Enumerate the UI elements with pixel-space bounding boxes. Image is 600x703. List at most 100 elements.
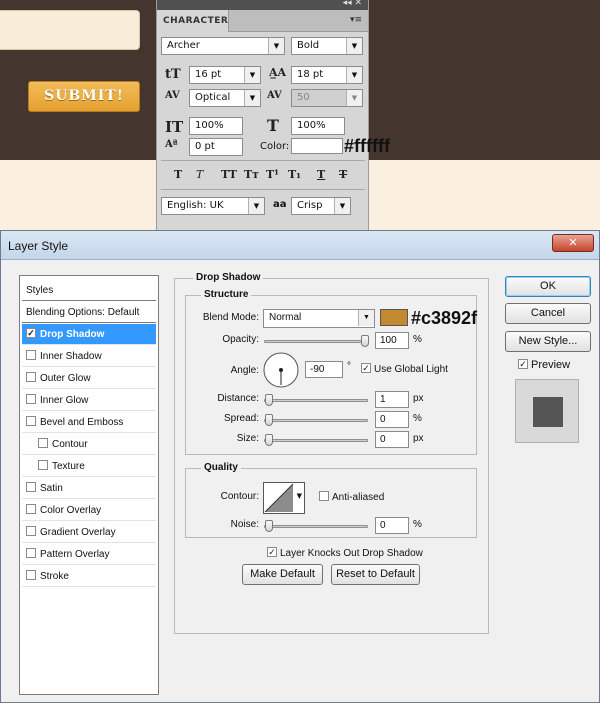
checkbox-unchecked[interactable] <box>26 482 36 493</box>
style-item-styles[interactable]: Styles <box>22 280 156 301</box>
distance-slider[interactable] <box>264 394 368 406</box>
underline-button[interactable]: T <box>317 168 325 181</box>
preview-checkbox[interactable]: ✓ Preview <box>518 359 570 372</box>
opacity-slider-handle[interactable] <box>361 335 369 347</box>
spread-unit: % <box>413 413 422 424</box>
checkbox-unchecked[interactable] <box>38 460 48 471</box>
font-family-select[interactable]: Archer ▼ <box>161 37 285 55</box>
anti-aliased-checkbox[interactable]: Anti-aliased <box>319 491 384 504</box>
spread-slider[interactable] <box>264 414 368 426</box>
noise-input[interactable]: 0 <box>375 517 409 534</box>
baseline-shift-input[interactable]: 0 pt <box>189 138 243 156</box>
style-item-color-overlay[interactable]: Color Overlay <box>22 500 156 521</box>
faux-bold-button[interactable]: T <box>174 168 182 181</box>
style-item-satin[interactable]: Satin <box>22 478 156 499</box>
checkbox-unchecked[interactable] <box>26 548 36 559</box>
tracking-select[interactable]: 50 ▼ <box>291 89 363 107</box>
drop-shadow-title: Drop Shadow <box>193 272 264 283</box>
spread-input[interactable]: 0 <box>375 411 409 428</box>
chevron-down-icon: ▼ <box>248 198 264 214</box>
distance-input[interactable]: 1 <box>375 391 409 408</box>
angle-dial[interactable] <box>262 351 300 389</box>
style-item-label: Drop Shadow <box>40 329 105 340</box>
font-style-select[interactable]: Bold ▼ <box>291 37 363 55</box>
divider <box>161 160 365 161</box>
antialias-icon: aa <box>273 199 287 210</box>
small-caps-button[interactable]: Tт <box>244 168 259 181</box>
antialias-select[interactable]: Crisp ▼ <box>291 197 351 215</box>
distance-slider-handle[interactable] <box>265 394 273 406</box>
ok-button[interactable]: OK <box>505 276 591 297</box>
noise-label: Noise: <box>230 519 259 530</box>
noise-slider[interactable] <box>264 520 368 532</box>
checkbox-checked: ✓ <box>518 359 528 370</box>
tracking-icon: AV <box>267 90 282 101</box>
kerning-select[interactable]: Optical ▼ <box>189 89 261 107</box>
text-color-swatch[interactable] <box>291 138 343 154</box>
style-item-drop-shadow[interactable]: ✓ Drop Shadow <box>22 324 156 345</box>
use-global-light-checkbox[interactable]: ✓ Use Global Light <box>361 363 448 376</box>
faux-italic-button[interactable]: T <box>196 168 203 181</box>
spread-slider-handle[interactable] <box>265 414 273 426</box>
style-preview <box>515 379 579 443</box>
tracking-value: 50 <box>297 92 310 103</box>
make-default-button[interactable]: Make Default <box>242 564 323 585</box>
language-select[interactable]: English: UK ▼ <box>161 197 265 215</box>
subscript-button[interactable]: T₁ <box>288 168 301 181</box>
new-style-button[interactable]: New Style... <box>505 331 591 352</box>
shadow-color-swatch[interactable] <box>380 309 408 326</box>
noise-slider-handle[interactable] <box>265 520 273 532</box>
tab-character[interactable]: CHARACTER <box>157 10 229 32</box>
panel-menu-icon[interactable]: ▾≡ <box>350 15 362 25</box>
checkbox-unchecked[interactable] <box>26 394 36 405</box>
checkbox-unchecked[interactable] <box>26 526 36 537</box>
style-item-outer-glow[interactable]: Outer Glow <box>22 368 156 389</box>
layer-knocks-out-label: Layer Knocks Out Drop Shadow <box>280 548 423 559</box>
style-item-label: Inner Glow <box>40 395 89 406</box>
font-style-value: Bold <box>297 40 320 51</box>
checkbox-unchecked[interactable] <box>38 438 48 449</box>
checkbox-checked[interactable]: ✓ <box>26 328 36 339</box>
size-input[interactable]: 0 <box>375 431 409 448</box>
strikethrough-button[interactable]: T <box>339 168 347 181</box>
font-size-select[interactable]: 16 pt ▼ <box>189 66 261 84</box>
style-item-gradient-overlay[interactable]: Gradient Overlay <box>22 522 156 543</box>
checkbox-unchecked[interactable] <box>26 372 36 383</box>
leading-select[interactable]: 18 pt ▼ <box>291 66 363 84</box>
style-item-inner-glow[interactable]: Inner Glow <box>22 390 156 411</box>
chevron-down-icon: ▼ <box>244 67 260 83</box>
style-item-label: Inner Shadow <box>40 351 102 362</box>
style-item-texture[interactable]: Texture <box>22 456 156 477</box>
size-label: Size: <box>236 433 259 444</box>
angle-input[interactable]: -90 <box>305 361 343 378</box>
size-slider-handle[interactable] <box>265 434 273 446</box>
checkbox-unchecked[interactable] <box>26 504 36 515</box>
contour-curve-icon <box>264 483 294 513</box>
style-item-label: Gradient Overlay <box>40 527 116 538</box>
reset-to-default-button[interactable]: Reset to Default <box>331 564 420 585</box>
style-item-contour[interactable]: Contour <box>22 434 156 455</box>
checkbox-unchecked[interactable] <box>26 416 36 427</box>
opacity-slider[interactable] <box>264 335 369 347</box>
layer-knocks-out-checkbox[interactable]: ✓ Layer Knocks Out Drop Shadow <box>267 547 423 560</box>
style-item-bevel-and-emboss[interactable]: Bevel and Emboss <box>22 412 156 433</box>
checkbox-unchecked[interactable] <box>26 570 36 581</box>
checkbox-unchecked[interactable] <box>26 350 36 361</box>
blend-mode-select[interactable]: Normal ▼ <box>263 309 375 328</box>
opacity-input[interactable]: 100 <box>375 332 409 349</box>
style-item-blending-options-default[interactable]: Blending Options: Default <box>22 302 156 323</box>
style-item-pattern-overlay[interactable]: Pattern Overlay <box>22 544 156 565</box>
close-button[interactable]: ✕ <box>552 234 594 252</box>
font-size-icon: tT <box>165 67 181 82</box>
size-slider[interactable] <box>264 434 368 446</box>
style-item-label: Styles <box>26 285 54 296</box>
horizontal-scale-input[interactable]: 100% <box>291 117 345 135</box>
vertical-scale-input[interactable]: 100% <box>189 117 243 135</box>
collapse-icon[interactable]: ◂◂ ✕ <box>343 0 362 8</box>
cancel-button[interactable]: Cancel <box>505 303 591 324</box>
superscript-button[interactable]: T¹ <box>266 168 279 181</box>
style-item-inner-shadow[interactable]: Inner Shadow <box>22 346 156 367</box>
contour-picker[interactable]: ▼ <box>263 482 305 514</box>
all-caps-button[interactable]: TT <box>221 168 237 181</box>
style-item-stroke[interactable]: Stroke <box>22 566 156 587</box>
